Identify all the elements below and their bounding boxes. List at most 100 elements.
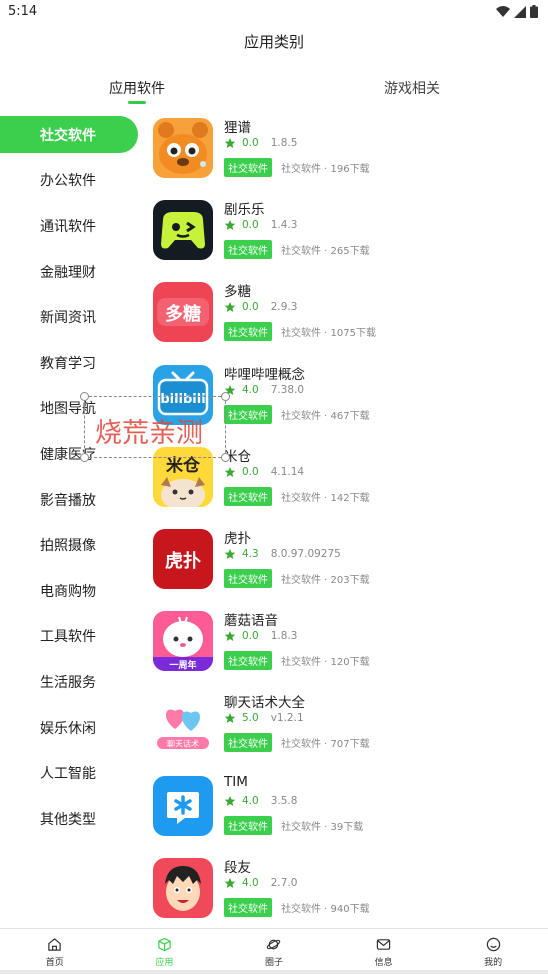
sidebar-item-news[interactable]: 新闻资讯 [0, 294, 140, 340]
nav-apps[interactable]: 应用 [110, 929, 220, 974]
app-rating: 0.0 [242, 465, 259, 478]
sidebar-item-entertainment[interactable]: 娱乐休闲 [0, 705, 140, 751]
resize-handle[interactable] [221, 453, 230, 462]
app-name: 剧乐乐 [224, 202, 265, 219]
app-download-info: 社交软件 · 196下载 [281, 164, 370, 175]
sidebar-item-ai[interactable]: 人工智能 [0, 750, 140, 796]
status-bar: 5:14 [0, 0, 548, 24]
home-indicator-bar [0, 970, 548, 974]
app-list-item[interactable]: 一周年 蘑菇语音 0.0 1.8.3 社交软件 社交软件 · 120下载 [152, 605, 542, 687]
sidebar-item-social[interactable]: 社交软件 [0, 112, 140, 158]
nav-home[interactable]: 首页 [0, 929, 110, 974]
sidebar-item-tools[interactable]: 工具软件 [0, 614, 140, 660]
app-download-info: 社交软件 · 1075下载 [281, 328, 376, 340]
app-list-item[interactable]: 狸谱 0.0 1.8.5 社交软件 社交软件 · 196下载 [152, 112, 542, 194]
sidebar-item-other[interactable]: 其他类型 [0, 796, 140, 842]
sidebar-item-office[interactable]: 办公软件 [0, 158, 140, 204]
duanyou-app-icon [153, 857, 213, 918]
active-tab-indicator [128, 101, 146, 104]
category-badge: 社交软件 [224, 897, 272, 917]
sidebar-item-education[interactable]: 教育学习 [0, 340, 140, 386]
app-name: 聊天话术大全 [224, 695, 305, 712]
hupu-app-icon: 虎扑 [153, 528, 213, 589]
hearts-icon-banner-text: 聊天话术 [167, 739, 199, 749]
app-name: 哔哩哔哩概念 [224, 366, 305, 383]
app-download-info: 社交软件 · 39下载 [281, 821, 364, 833]
app-rating: 0.0 [242, 137, 259, 149]
sidebar-item-shopping[interactable]: 电商购物 [0, 568, 140, 614]
app-meta: 0.0 2.9.3 [224, 301, 297, 313]
sidebar-item-media[interactable]: 影音播放 [0, 477, 140, 523]
page-title: 应用类别 [243, 33, 304, 51]
nav-profile[interactable]: 我的 [438, 929, 548, 974]
app-download-info: 社交软件 · 120下载 [281, 657, 370, 669]
game-controller-app-icon [153, 200, 213, 261]
app-rating: 4.0 [242, 794, 259, 807]
sidebar-item-life[interactable]: 生活服务 [0, 659, 140, 705]
category-sidebar: 社交软件 办公软件 通讯软件 金融理财 新闻资讯 教育学习 地图导航 健康医疗 … [0, 112, 140, 842]
category-badge: 社交软件 [224, 733, 272, 753]
nav-messages[interactable]: 信息 [329, 929, 439, 974]
app-version: 2.9.3 [270, 301, 298, 314]
app-version: 3.5.8 [270, 794, 298, 807]
app-meta: 0.0 1.8.3 [224, 630, 297, 642]
tab-games[interactable]: 游戏相关 [312, 78, 512, 98]
app-tags: 社交软件 社交软件 · 1075下载 [224, 322, 376, 342]
bottom-nav: 首页 应用 圈子 信息 我的 [0, 928, 548, 974]
app-meta: 4.0 2.7.0 [224, 877, 297, 889]
resize-handle[interactable] [80, 453, 89, 462]
category-badge: 社交软件 [224, 404, 272, 424]
app-meta: 4.0 3.5.8 [224, 795, 297, 807]
home-icon [48, 938, 62, 951]
star-icon [224, 138, 236, 148]
duotang-icon-text: 多糖 [165, 303, 201, 325]
app-tags: 社交软件 社交软件 · 265下载 [224, 240, 370, 260]
battery-icon [530, 5, 538, 18]
resize-handle[interactable] [80, 392, 89, 401]
app-list: 狸谱 0.0 1.8.5 社交软件 社交软件 · 196下载 剧乐乐 0.0 1… [152, 112, 542, 934]
star-icon [224, 220, 236, 231]
sidebar-item-communication[interactable]: 通讯软件 [0, 203, 140, 249]
app-rating: 4.0 [242, 876, 259, 889]
app-list-item[interactable]: 剧乐乐 0.0 1.4.3 社交软件 社交软件 · 265下载 [152, 194, 542, 276]
sidebar-item-finance[interactable]: 金融理财 [0, 249, 140, 295]
app-rating: 4.3 [242, 547, 259, 560]
hearts-app-icon: 聊天话术 [153, 693, 213, 754]
app-list-item[interactable]: 段友 4.0 2.7.0 社交软件 社交软件 · 940下载 [152, 852, 542, 934]
watermark-overlay[interactable]: 烧荒亲测 [80, 392, 230, 462]
app-version: 8.0.97.09275 [270, 547, 341, 560]
app-list-item[interactable]: 聊天话术 聊天话术大全 5.0 v1.2.1 社交软件 社交软件 · 707下载 [152, 687, 542, 769]
star-icon [224, 877, 236, 888]
hupu-icon-text: 虎扑 [165, 550, 201, 572]
star-icon [224, 713, 236, 724]
app-version: 4.1.14 [270, 465, 305, 478]
app-tags: 社交软件 社交软件 · 467下载 [224, 404, 370, 424]
status-icons [496, 5, 538, 18]
nav-label: 应用 [155, 958, 174, 968]
app-tags: 社交软件 社交软件 · 940下载 [224, 897, 370, 917]
star-icon [224, 302, 236, 313]
tab-apps[interactable]: 应用软件 [37, 78, 237, 98]
resize-handle[interactable] [221, 392, 230, 401]
app-list-item[interactable]: TIM 4.0 3.5.8 社交软件 社交软件 · 39下载 [152, 770, 542, 852]
app-version: 1.8.5 [270, 137, 298, 149]
app-list-item[interactable]: 多糖 多糖 0.0 2.9.3 社交软件 社交软件 · 1075下载 [152, 276, 542, 358]
app-meta: 4.3 8.0.97.09275 [224, 548, 341, 560]
app-meta: 4.0 7.38.0 [224, 384, 304, 396]
app-meta: 0.0 4.1.14 [224, 466, 304, 478]
app-download-info: 社交软件 · 265下载 [281, 246, 370, 258]
app-name: 蘑菇语音 [224, 613, 278, 630]
wifi-icon [496, 5, 510, 17]
app-name: 多糖 [224, 284, 251, 301]
mogu-icon-banner-text: 一周年 [169, 659, 196, 671]
nav-circle[interactable]: 圈子 [219, 929, 329, 974]
nav-label: 圈子 [264, 958, 283, 968]
app-download-info: 社交软件 · 940下载 [281, 903, 370, 915]
app-list-item[interactable]: 虎扑 虎扑 4.3 8.0.97.09275 社交软件 社交软件 · 203下载 [152, 523, 542, 605]
app-tags: 社交软件 社交软件 · 203下载 [224, 568, 370, 588]
app-rating: 0.0 [242, 301, 259, 314]
category-badge: 社交软件 [224, 322, 272, 342]
app-name: 段友 [224, 859, 251, 876]
sidebar-item-camera[interactable]: 拍照摄像 [0, 522, 140, 568]
nav-label: 我的 [484, 958, 503, 968]
